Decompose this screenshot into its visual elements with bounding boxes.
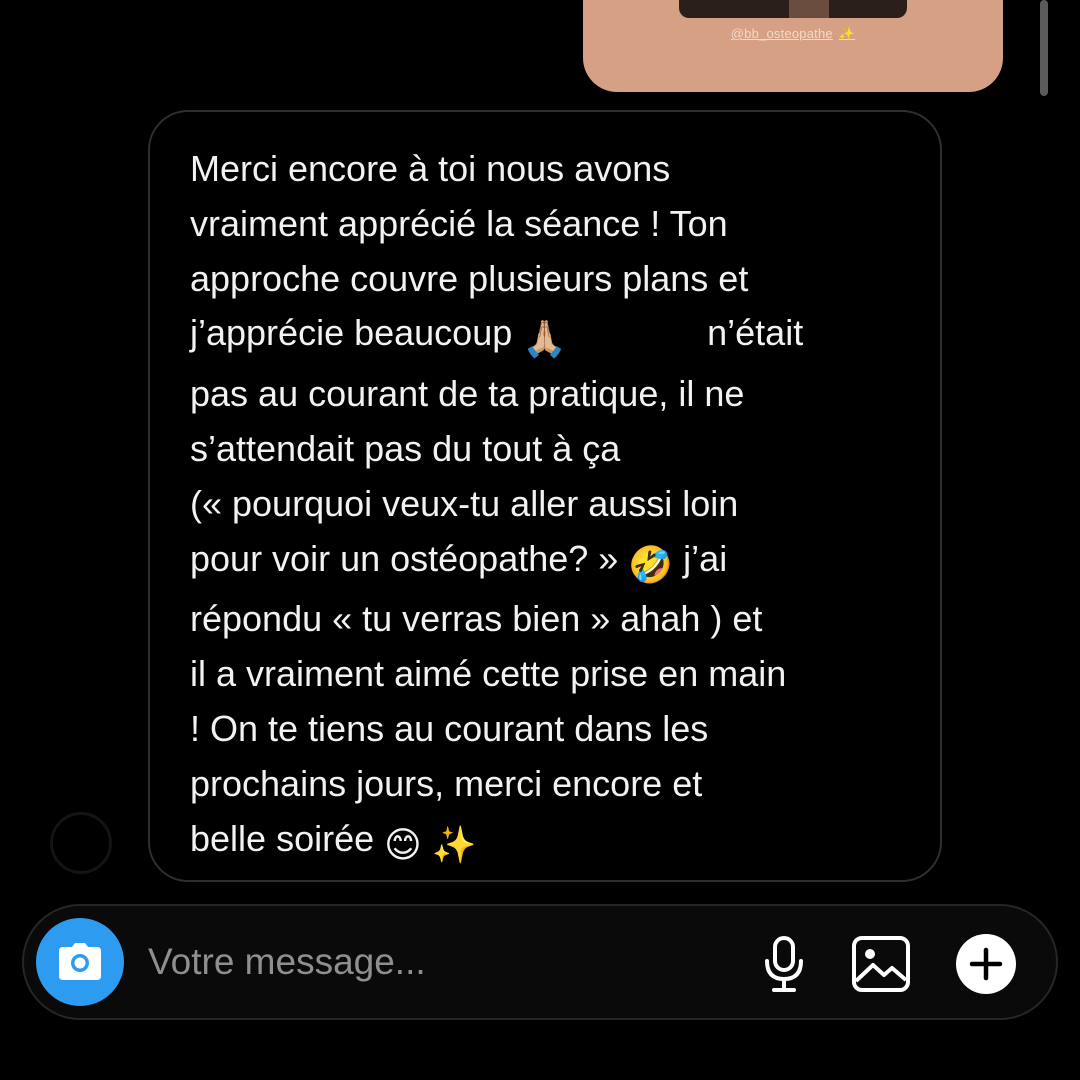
message-text: belle soirée xyxy=(190,817,375,859)
story-handle-link[interactable]: @bb_osteopathe ✨ xyxy=(583,26,1003,42)
message-text: n’était xyxy=(707,312,804,354)
redacted-name xyxy=(577,318,698,353)
message-line: pour voir un ostéopathe? » 🤣 j’ai xyxy=(190,532,910,593)
message-line: belle soirée 😊 ✨ xyxy=(190,812,910,873)
message-line: ! On te tiens au courant dans les xyxy=(190,707,709,749)
story-thumbnail xyxy=(679,0,907,18)
sparkles-icon: ✨ xyxy=(431,823,477,865)
shared-story-card[interactable]: @bb_osteopathe ✨ xyxy=(583,0,1003,92)
message-line: répondu « tu verras bien » ahah ) et xyxy=(190,598,763,640)
praying-hands-icon: 🙏🏼 xyxy=(522,318,568,360)
camera-icon xyxy=(59,943,101,980)
message-line: (« pourquoi veux-tu aller aussi loin xyxy=(190,482,739,524)
message-bubble[interactable]: Merci encore à toi nous avons vraiment a… xyxy=(148,110,942,882)
message-line: Merci encore à toi nous avons xyxy=(190,148,671,189)
microphone-button[interactable] xyxy=(752,932,816,996)
message-line: prochains jours, merci encore et xyxy=(190,762,703,804)
smiling-face-icon: 😊 xyxy=(384,823,422,865)
rolling-laughing-icon: 🤣 xyxy=(628,543,674,585)
message-line: pas au courant de ta pratique, il ne xyxy=(190,373,745,415)
sender-avatar[interactable] xyxy=(50,812,112,874)
add-button[interactable] xyxy=(954,932,1018,996)
scrollbar[interactable] xyxy=(1040,0,1048,96)
message-input[interactable] xyxy=(148,932,708,992)
image-gallery-icon xyxy=(852,936,910,992)
microphone-icon xyxy=(765,936,803,992)
plus-circle-icon xyxy=(956,934,1016,994)
message-composer xyxy=(22,904,1058,1020)
message-text: j’ai xyxy=(683,537,728,579)
message-line: approche couvre plusieurs plans et xyxy=(190,257,749,299)
gallery-button[interactable] xyxy=(849,932,913,996)
sparkle-icon: ✨ xyxy=(838,26,856,41)
message-line: il a vraiment aimé cette prise en main xyxy=(190,653,787,695)
message-text: pour voir un ostéopathe? » xyxy=(190,537,619,579)
story-thumbnail-image xyxy=(789,0,829,18)
message-line: s’attendait pas du tout à ça xyxy=(190,427,621,469)
message-text: j’apprécie beaucoup xyxy=(190,312,513,354)
message-line: vraiment apprécié la séance ! Ton xyxy=(190,202,728,244)
camera-button[interactable] xyxy=(36,918,124,1006)
story-handle-text: @bb_osteopathe xyxy=(730,26,833,41)
chat-screen: @bb_osteopathe ✨ Merci encore à toi nous … xyxy=(0,0,1080,1080)
message-line: j’apprécie beaucoup 🙏🏼 n’était xyxy=(190,306,910,367)
